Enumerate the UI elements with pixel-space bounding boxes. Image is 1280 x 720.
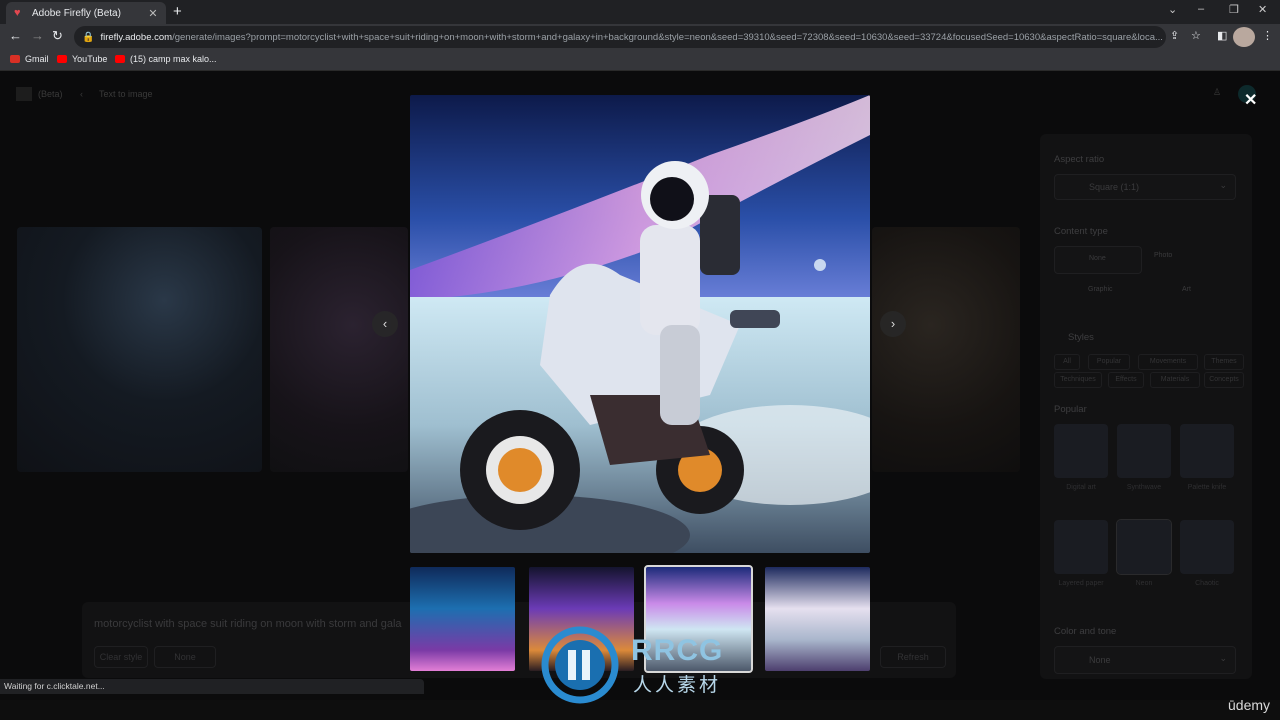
new-tab-button[interactable]: + <box>173 3 182 20</box>
bookmark-star-icon[interactable]: ☆ <box>1191 29 1201 42</box>
gallery-image-2[interactable] <box>270 227 408 472</box>
chip-label: None <box>174 652 196 662</box>
url-host: firefly.adobe.com <box>100 31 173 43</box>
style-chip[interactable]: Concepts <box>1204 372 1244 388</box>
watermark-line1: RRCG <box>631 634 724 667</box>
back-chevron-icon[interactable]: ‹ <box>80 89 83 99</box>
style-chip[interactable]: Popular <box>1088 354 1130 370</box>
style-label: Layered paper <box>1058 580 1104 587</box>
style-label: Synthwave <box>1126 484 1162 491</box>
styles-heading[interactable]: Styles <box>1068 332 1094 343</box>
style-chip[interactable]: Techniques <box>1054 372 1102 388</box>
style-chip[interactable]: Materials <box>1150 372 1200 388</box>
style-thumb-neon[interactable] <box>1116 519 1172 575</box>
address-bar[interactable]: 🔒 firefly.adobe.com /generate/images?pro… <box>74 26 1166 48</box>
tab-strip: ♥ Adobe Firefly (Beta) ✕ + ⌄ – ❐ ✕ <box>0 0 1280 24</box>
bookmarks-bar: Gmail YouTube (15) camp max kalo... <box>0 50 1280 71</box>
style-none-chip[interactable]: None <box>154 646 216 668</box>
variation-thumb-1[interactable] <box>410 567 515 671</box>
prompt-input[interactable]: motorcyclist with space suit riding on m… <box>94 618 402 630</box>
gallery-image-4[interactable] <box>872 227 1020 472</box>
youtube-icon <box>115 55 125 63</box>
content-type-graphic[interactable]: Graphic <box>1088 286 1113 293</box>
style-thumb-layered-paper[interactable] <box>1054 520 1108 574</box>
style-thumb-palette-knife[interactable] <box>1180 424 1234 478</box>
content-type-heading: Content type <box>1054 226 1108 237</box>
close-window-icon[interactable]: ✕ <box>1258 3 1267 16</box>
popular-heading: Popular <box>1054 404 1087 415</box>
bookmark-camp-max[interactable]: (15) camp max kalo... <box>115 54 217 64</box>
url-path: /generate/images?prompt=motorcyclist+wit… <box>172 31 1163 43</box>
focused-generated-image <box>410 95 870 553</box>
youtube-icon <box>57 55 67 63</box>
style-thumb-digital-art[interactable] <box>1054 424 1108 478</box>
style-thumb-chaotic[interactable] <box>1180 520 1234 574</box>
rrcg-watermark: RRCG 人人素材 <box>541 626 741 706</box>
browser-tab[interactable]: ♥ Adobe Firefly (Beta) ✕ <box>6 2 166 24</box>
astronaut-motorcycle-image <box>410 95 870 553</box>
style-thumb-synthwave[interactable] <box>1117 424 1171 478</box>
share-icon[interactable]: ⇪ <box>1170 29 1179 42</box>
style-chip[interactable]: Movements <box>1138 354 1198 370</box>
tab-title: Adobe Firefly (Beta) <box>32 7 121 19</box>
forward-icon[interactable]: → <box>31 28 44 43</box>
chevron-down-icon: ⌄ <box>1219 653 1227 663</box>
breadcrumb[interactable]: Text to image <box>99 89 153 99</box>
reload-icon[interactable]: ↻ <box>52 28 63 44</box>
style-label: Chaotic <box>1195 580 1219 587</box>
settings-panel: Aspect ratio Square (1:1) ⌄ Content type… <box>1040 134 1252 679</box>
browser-toolbar: ← → ↻ 🔒 firefly.adobe.com /generate/imag… <box>0 24 1280 50</box>
clear-style-button[interactable]: Clear style <box>94 646 148 668</box>
gallery-image-1[interactable] <box>17 227 262 472</box>
next-image-button[interactable]: › <box>880 311 906 337</box>
bookmark-label: Gmail <box>25 54 49 64</box>
previous-image-button[interactable]: ‹ <box>372 311 398 337</box>
close-modal-icon[interactable]: ✕ <box>1244 90 1257 110</box>
watermark-line2: 人人素材 <box>633 675 722 696</box>
color-tone-value: None <box>1089 655 1111 665</box>
content-type-none[interactable]: None <box>1054 246 1142 274</box>
bookmark-label: YouTube <box>72 54 108 64</box>
gmail-icon <box>10 55 20 63</box>
bookmark-youtube[interactable]: YouTube <box>57 54 107 64</box>
adobe-logo-icon[interactable] <box>16 87 32 101</box>
back-icon[interactable]: ← <box>9 28 22 43</box>
chevron-down-icon: ⌄ <box>1219 180 1227 190</box>
lock-icon: 🔒 <box>82 31 95 43</box>
aspect-ratio-value: Square (1:1) <box>1089 182 1140 192</box>
restore-icon[interactable]: ❐ <box>1229 3 1239 16</box>
variation-thumb-4[interactable] <box>765 567 870 671</box>
color-tone-select[interactable]: None ⌄ <box>1054 646 1236 674</box>
aspect-ratio-heading: Aspect ratio <box>1054 154 1105 165</box>
color-tone-heading: Color and tone <box>1054 626 1117 637</box>
style-chip[interactable]: All <box>1054 354 1080 370</box>
rrcg-logo-icon <box>541 626 619 704</box>
browser-menu-icon[interactable]: ⋮ <box>1262 29 1273 42</box>
bookmark-label: (15) camp max kalo... <box>130 54 217 64</box>
bookmark-gmail[interactable]: Gmail <box>10 54 49 64</box>
content-type-art[interactable]: Art <box>1182 286 1191 293</box>
aspect-ratio-select[interactable]: Square (1:1) ⌄ <box>1054 174 1236 200</box>
content-type-photo[interactable]: Photo <box>1154 252 1172 259</box>
firefly-favicon-icon: ♥ <box>14 7 21 19</box>
style-label: Digital art <box>1066 484 1096 491</box>
beta-label: (Beta) <box>38 89 63 99</box>
udemy-logo: ūdemy <box>1228 697 1271 713</box>
side-panel-icon[interactable]: ◧ <box>1217 29 1227 42</box>
style-chip[interactable]: Themes <box>1204 354 1244 370</box>
notification-icon[interactable]: ♙ <box>1213 87 1221 98</box>
browser-status-bar: Waiting for c.clicktale.net... <box>0 679 424 694</box>
close-tab-icon[interactable]: ✕ <box>146 7 160 20</box>
tab-search-icon[interactable]: ⌄ <box>1168 3 1177 16</box>
style-label: Palette knife <box>1187 484 1227 491</box>
style-chip[interactable]: Effects <box>1108 372 1144 388</box>
style-label: Neon <box>1135 580 1153 587</box>
minimize-icon[interactable]: – <box>1198 3 1204 15</box>
refresh-button[interactable]: Refresh <box>880 646 946 668</box>
content-type-label: None <box>1089 255 1106 262</box>
profile-avatar[interactable] <box>1233 27 1255 47</box>
